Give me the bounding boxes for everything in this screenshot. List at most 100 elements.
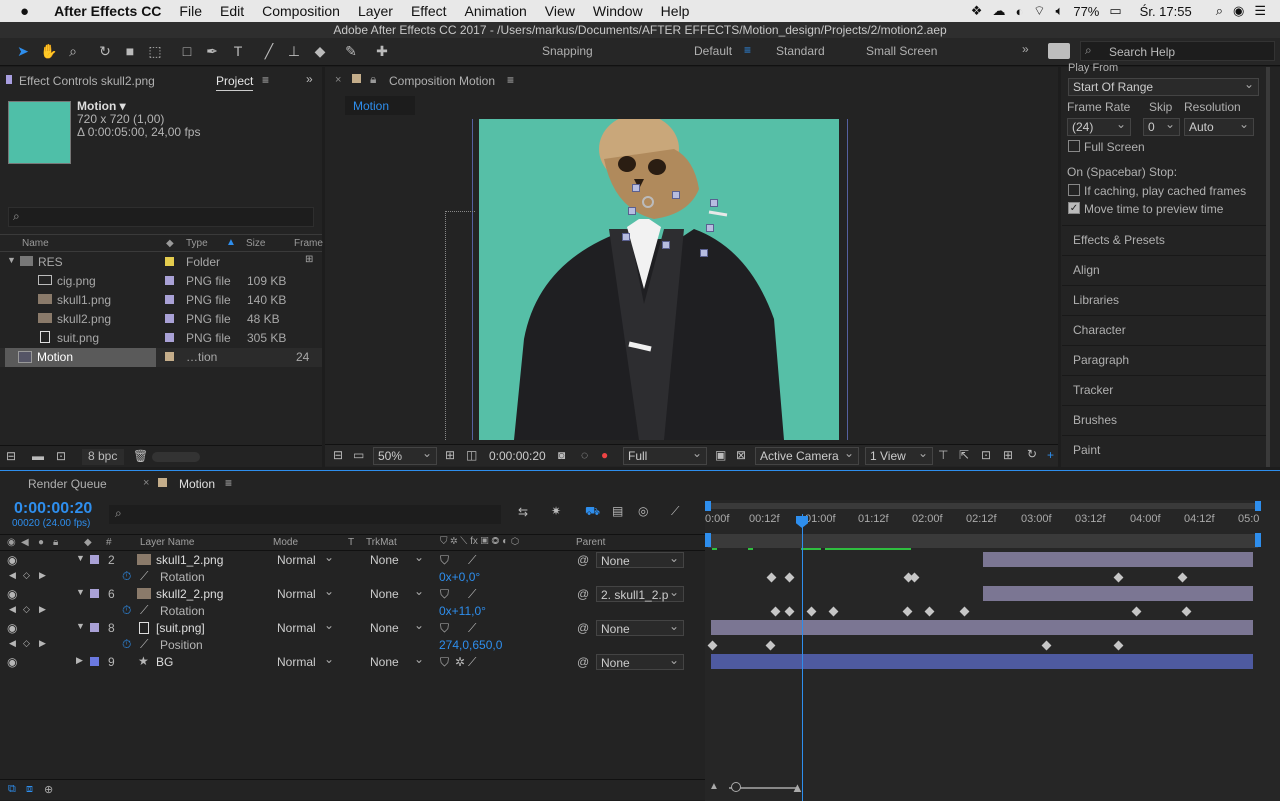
pickwhip-icon[interactable]: @	[577, 553, 589, 567]
switches-header-icons[interactable]: ⛉ ✲ ⟍ fx ▣ ◎ ◐ ⬡	[440, 536, 519, 547]
workspace-default[interactable]: Default	[694, 44, 732, 58]
property-row[interactable]: ◀ ◇ ▶ ⏱ ⟋ Rotation 0x+0,0°	[0, 569, 705, 586]
lock-header-icon[interactable]: 🔒︎	[53, 537, 58, 548]
range-start[interactable]	[705, 533, 711, 547]
add-keyframe-icon[interactable]: ◇	[23, 570, 30, 581]
frame-rate-dropdown[interactable]: (24)	[1067, 116, 1131, 136]
graph-icon[interactable]: ⟋	[140, 637, 148, 652]
parent-dropdown[interactable]: None	[596, 618, 684, 636]
next-keyframe-icon[interactable]: ▶	[39, 638, 46, 649]
visibility-icon[interactable]: ◉	[7, 621, 17, 635]
in-out-toggle-icon[interactable]: ⊕	[44, 783, 53, 796]
stopwatch-icon[interactable]: ⏱	[122, 569, 131, 584]
close-tab-icon[interactable]: ×	[335, 74, 341, 86]
blend-mode-dropdown[interactable]: Normal	[273, 549, 338, 568]
snapshot-icon[interactable]: ◙	[558, 448, 565, 462]
transform-handle[interactable]	[710, 199, 718, 207]
composition-tab-prefix[interactable]: Composition	[389, 74, 456, 88]
panel-menu-icon[interactable]: ≡	[507, 73, 514, 87]
more-workspaces-icon[interactable]: »	[1022, 42, 1029, 56]
bit-depth-button[interactable]: 8 bpc	[82, 449, 124, 465]
col-trkmat[interactable]: TrkMat	[366, 537, 397, 548]
trkmat-dropdown[interactable]: None	[366, 549, 428, 568]
rectangle-tool-icon[interactable]: □	[178, 42, 196, 60]
property-value[interactable]: 0x+11,0°	[439, 604, 486, 618]
property-row[interactable]: ◀ ◇ ▶ ⏱ ⟋ Rotation 0x+11,0°	[0, 603, 705, 620]
mask-visibility-icon[interactable]: ◫	[466, 448, 477, 462]
comp-subtab[interactable]: Motion	[345, 96, 415, 115]
interpret-footage-icon[interactable]: ⊟	[6, 449, 16, 463]
skip-dropdown[interactable]: 0	[1143, 116, 1180, 136]
keyframe[interactable]	[909, 572, 920, 583]
prev-keyframe-icon[interactable]: ◀	[9, 638, 16, 649]
layer-label-color[interactable]	[90, 589, 99, 598]
panel-scrollbar[interactable]	[1266, 67, 1270, 467]
property-value[interactable]: 0x+0,0°	[439, 570, 480, 584]
menu-view[interactable]: View	[536, 3, 584, 19]
transfer-controls-toggle-icon[interactable]: ⧈	[26, 783, 33, 796]
workspace-small-screen[interactable]: Small Screen	[866, 44, 937, 58]
tab-motion[interactable]: Motion	[179, 477, 215, 491]
layer-name[interactable]: skull2_2.png	[156, 587, 223, 601]
keyframe[interactable]	[959, 606, 970, 617]
layer-label-color[interactable]	[90, 657, 99, 666]
tab-render-queue[interactable]: Render Queue	[28, 477, 107, 491]
stopwatch-icon[interactable]: ⏱	[122, 603, 131, 618]
contrast-icon[interactable]: ◐	[1015, 4, 1023, 19]
col-t[interactable]: T	[348, 537, 354, 548]
character-panel[interactable]: Character	[1062, 315, 1266, 343]
list-item[interactable]: Motion …tion 24	[0, 348, 322, 367]
timeline-current-time[interactable]: 0:00:00:20	[14, 500, 92, 518]
comp-viewer[interactable]	[325, 119, 1058, 440]
audio-header-icon[interactable]: ◀	[21, 537, 29, 548]
timeline-search-input[interactable]: ⌕	[109, 505, 501, 524]
effects-presets-panel[interactable]: Effects & Presets	[1062, 225, 1266, 253]
flowchart-icon[interactable]: ⊞	[1003, 448, 1013, 462]
frame-blending-icon[interactable]: ▤	[612, 504, 623, 518]
visibility-icon[interactable]: ◉	[7, 553, 17, 567]
clock[interactable]: Śr. 17:55	[1140, 4, 1192, 19]
channels-icon[interactable]: ●	[601, 448, 608, 462]
time-graph[interactable]: 0:00f 00:12f 01:00f 01:12f 02:00f 02:12f…	[705, 500, 1280, 801]
layer-row[interactable]: ◉ ▼ 6 skull2_2.png Normal None ⛉ ⟋ @ 2. …	[0, 583, 705, 603]
transparency-grid-icon[interactable]: ⊠	[736, 448, 746, 462]
hand-tool-icon[interactable]: ✋	[40, 42, 58, 60]
cloud-icon[interactable]: ☁	[992, 3, 1005, 19]
keyframe[interactable]	[1113, 572, 1124, 583]
list-item[interactable]: cig.png PNG file 109 KB	[0, 272, 322, 291]
list-item[interactable]: ▼ RES Folder ⊞	[0, 253, 322, 272]
blend-mode-dropdown[interactable]: Normal	[273, 617, 338, 636]
keyframe[interactable]	[766, 572, 777, 583]
new-composition-icon[interactable]: ⊡	[56, 449, 66, 463]
reset-exposure-icon[interactable]: ↻	[1027, 447, 1037, 461]
label-color[interactable]	[165, 314, 174, 323]
fast-previews-icon[interactable]: ⇱	[959, 448, 969, 462]
next-keyframe-icon[interactable]: ▶	[39, 604, 46, 615]
transform-handle[interactable]	[622, 233, 630, 241]
menu-file[interactable]: File	[170, 3, 211, 19]
play-from-dropdown[interactable]: Start Of Range	[1068, 76, 1259, 96]
graph-editor-icon[interactable]: ⟋	[671, 504, 679, 519]
motion-blur-icon[interactable]: ◎	[638, 504, 648, 518]
panel-menu-icon[interactable]: ≡	[262, 73, 269, 87]
keyframe[interactable]	[924, 606, 935, 617]
tab-project[interactable]: Project	[216, 74, 254, 91]
comp-mini-flowchart-icon[interactable]: ⇆	[518, 505, 528, 519]
exposure-plus-icon[interactable]: +	[1047, 448, 1054, 462]
project-search-input[interactable]: ⌕	[8, 207, 314, 227]
align-panel[interactable]: Align	[1062, 255, 1266, 283]
prev-keyframe-icon[interactable]: ◀	[9, 570, 16, 581]
shy-switch-icon[interactable]: ⛉	[440, 655, 449, 670]
trkmat-dropdown[interactable]: None	[366, 651, 428, 670]
shy-switch-icon[interactable]: ⛉	[440, 621, 449, 636]
collapse-icon[interactable]: ▼	[76, 587, 85, 597]
wifi-icon[interactable]: ⌔	[1033, 3, 1045, 19]
quality-switch-icon[interactable]: ⟋	[468, 587, 476, 602]
move-time-checkbox[interactable]: ✓	[1068, 202, 1080, 214]
menu-effect[interactable]: Effect	[402, 3, 456, 19]
list-item[interactable]: suit.png PNG file 305 KB	[0, 329, 322, 348]
comp-name[interactable]: Motion ▾	[77, 99, 126, 113]
keyframe[interactable]	[765, 640, 776, 651]
layer-label-color[interactable]	[90, 555, 99, 564]
full-screen-checkbox[interactable]	[1068, 140, 1080, 152]
